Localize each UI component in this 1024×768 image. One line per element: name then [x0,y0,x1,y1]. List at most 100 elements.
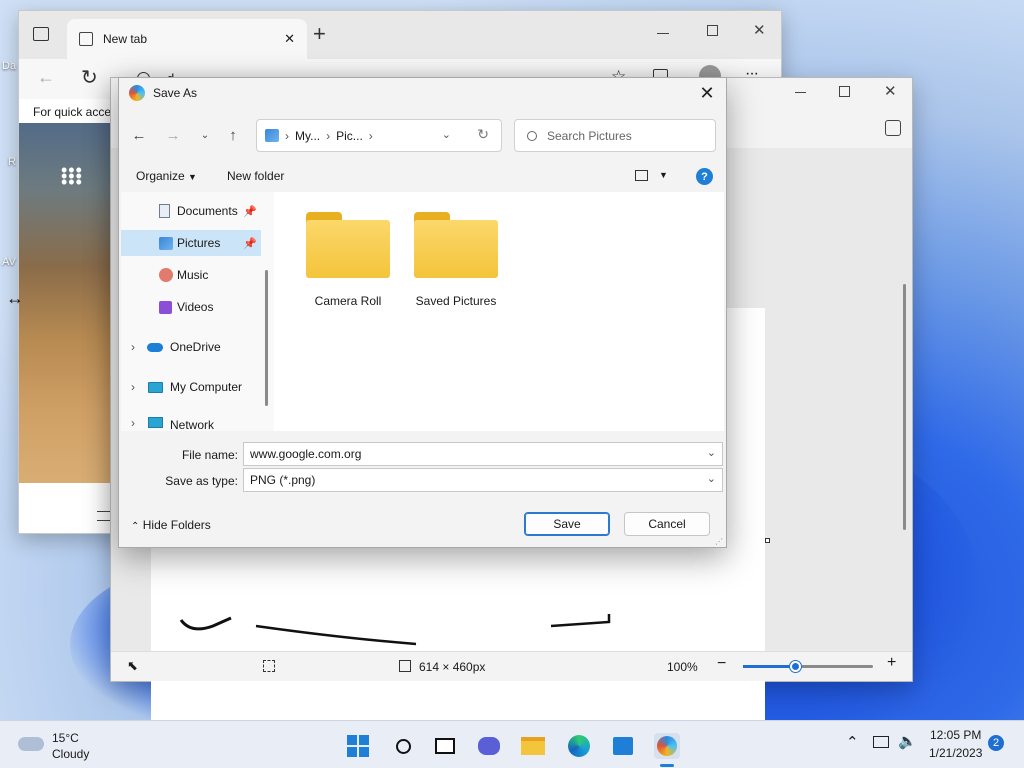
view-options-icon[interactable] [635,170,648,181]
nav-item-label: Music [177,268,209,282]
search-pictures-input[interactable]: Search Pictures [514,119,716,152]
chevron-down-icon[interactable]: ▼ [659,170,668,180]
canvas-dimensions: 614 × 460px [419,660,486,674]
resize-cursor-icon: ↔ [6,288,24,308]
show-hidden-icons[interactable]: ⌃ [846,733,859,751]
resize-grip-icon[interactable]: ⋰ [715,538,723,546]
edge-icon[interactable] [566,733,592,759]
edge-tab-new-tab[interactable]: New tab ✕ [67,19,307,59]
nav-item-music[interactable]: Music [121,262,261,288]
cancel-button[interactable]: Cancel [624,512,710,536]
chevron-right-icon[interactable]: › [131,380,135,394]
share-icon[interactable] [885,120,901,136]
chevron-down-icon[interactable]: ⌄ [707,472,716,485]
refresh-icon[interactable]: ↻ [81,65,98,90]
tab-actions-icon[interactable] [33,27,49,41]
settings-lines-icon[interactable] [97,511,111,521]
refresh-icon[interactable]: ↻ [477,126,489,143]
close-icon[interactable]: ✕ [884,82,897,100]
pointer-icon: ⬉ [127,658,138,673]
help-icon[interactable]: ? [696,168,713,185]
navigation-pane: Documents 📌 Pictures 📌 Music Videos › On… [121,192,274,431]
notification-badge[interactable]: 2 [988,735,1004,751]
tab-close-icon[interactable]: ✕ [284,31,295,47]
canvas-resize-handle[interactable] [765,538,770,543]
organize-button[interactable]: Organize ▼ [136,169,197,183]
desktop-icon-label[interactable]: Da [2,60,16,72]
address-dropdown-icon[interactable]: ⌄ [442,128,451,141]
new-tab-button[interactable]: + [313,21,326,47]
onedrive-icon [147,342,163,352]
nav-item-network[interactable]: › Network [121,414,261,431]
maximize-icon[interactable] [839,86,850,97]
zoom-slider-thumb[interactable] [790,661,801,672]
file-name-label: File name: [181,448,238,462]
file-name-input[interactable]: www.google.com.org ⌄ [243,442,723,466]
chevron-right-icon[interactable]: › [131,416,135,430]
search-icon[interactable] [390,733,416,759]
up-icon[interactable]: ↑ [221,124,245,146]
zoom-in-button[interactable]: + [887,654,896,672]
back-icon[interactable]: ← [37,67,55,88]
minimize-icon[interactable] [657,33,669,34]
app-launcher-icon[interactable]: ••• ••• ••• [61,161,83,191]
folder-item-saved-pictures[interactable]: Saved Pictures [404,208,508,308]
chevron-up-icon: ⌃ [131,521,140,532]
active-app-indicator [660,764,674,767]
start-icon[interactable] [345,733,371,759]
folder-label: Camera Roll [314,294,382,308]
desktop-icon-label[interactable]: AV [2,256,16,268]
zoom-out-button[interactable]: − [717,655,726,673]
breadcrumb-separator: › [326,128,331,143]
weather-widget[interactable]: 15°C Cloudy [16,729,126,763]
nav-item-label: Videos [177,300,214,314]
clock-time[interactable]: 12:05 PM [930,728,981,742]
close-icon[interactable]: ✕ [753,21,766,39]
save-type-label: Save as type: [165,474,238,488]
chevron-down-icon[interactable]: ⌄ [707,446,716,459]
chat-icon[interactable] [476,733,502,759]
nav-item-label: Pictures [177,236,221,250]
search-icon [527,130,537,141]
minimize-icon[interactable] [795,92,806,93]
file-explorer-icon[interactable] [520,733,546,759]
nav-item-pictures[interactable]: Pictures 📌 [121,230,261,256]
store-icon[interactable] [610,733,636,759]
nav-item-documents[interactable]: Documents 📌 [121,198,261,224]
chevron-down-icon: ▼ [188,172,197,182]
search-placeholder: Search Pictures [547,128,632,143]
music-icon [159,268,173,282]
volume-icon[interactable]: 🔈 [898,732,917,750]
hide-folders-label: Hide Folders [142,518,211,532]
quick-access-text: For quick acce [33,105,112,119]
folder-item-camera-roll[interactable]: Camera Roll [296,208,400,308]
paint-app-icon[interactable] [654,733,680,759]
forward-icon[interactable]: → [161,124,185,146]
desktop-icon-label[interactable]: R [8,156,16,168]
nav-item-onedrive[interactable]: › OneDrive [121,334,261,360]
address-breadcrumb[interactable]: › My... › Pic... › ⌄ ↻ [256,119,502,152]
new-folder-button[interactable]: New folder [227,169,284,183]
zoom-slider[interactable] [743,661,873,672]
background-photo: ••• ••• ••• [19,123,119,483]
save-type-select[interactable]: PNG (*.png) ⌄ [243,468,723,492]
breadcrumb-item[interactable]: Pic... [336,129,363,143]
breadcrumb-item[interactable]: My... [295,129,320,143]
dialog-close-button[interactable]: ✕ [692,80,722,106]
chevron-right-icon[interactable]: › [131,340,135,354]
nav-item-my-computer[interactable]: › My Computer [121,374,261,400]
paint-app-icon [129,85,145,101]
recent-locations-icon[interactable]: ⌄ [193,124,217,146]
canvas-vscroll[interactable] [903,284,906,530]
nav-item-videos[interactable]: Videos [121,294,261,320]
save-button[interactable]: Save [524,512,610,536]
paint-statusbar: ⬉ 614 × 460px 100% − + [111,651,912,681]
maximize-icon[interactable] [707,25,718,36]
clock-date[interactable]: 1/21/2023 [929,746,982,760]
task-view-icon[interactable] [432,733,458,759]
back-icon[interactable]: ← [127,124,151,146]
network-status-icon[interactable] [873,736,889,748]
hide-folders-button[interactable]: ⌃ Hide Folders [131,518,211,532]
breadcrumb-separator: › [368,128,373,143]
navigation-scrollbar[interactable] [265,270,268,406]
